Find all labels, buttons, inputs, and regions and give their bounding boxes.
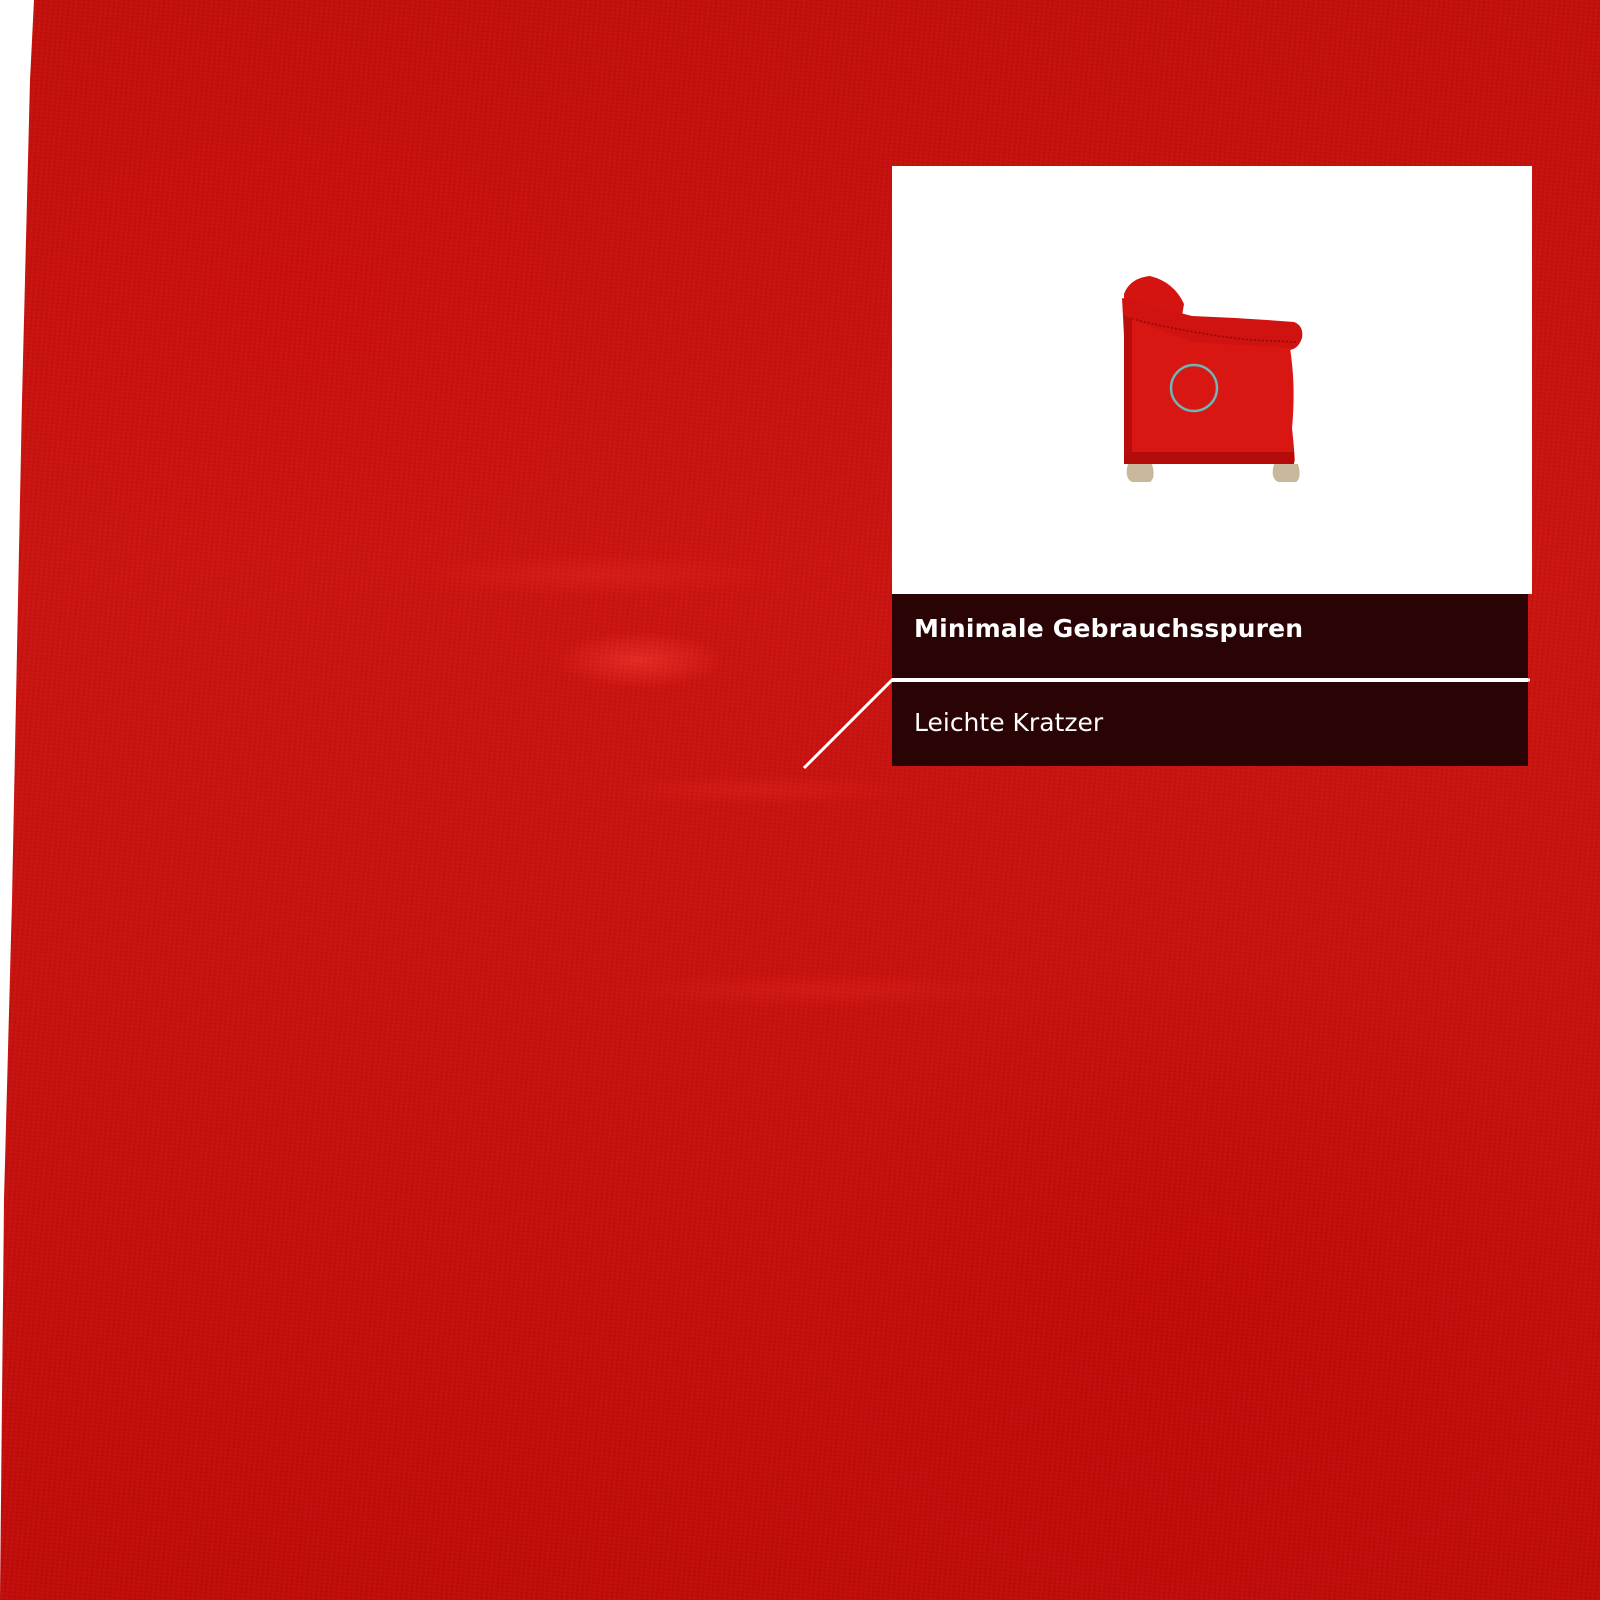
card-detail: Leichte Kratzer: [914, 708, 1104, 737]
product-detail-image: Minimale Gebrauchsspuren Leichte Kratzer: [0, 0, 1600, 1600]
thumbnail-panel: [892, 166, 1532, 594]
card-title: Minimale Gebrauchsspuren: [914, 614, 1304, 643]
card-title-bar: Minimale Gebrauchsspuren: [892, 594, 1528, 678]
card-detail-bar: Leichte Kratzer: [892, 682, 1528, 766]
damage-info-card: Minimale Gebrauchsspuren Leichte Kratzer: [892, 166, 1532, 766]
sofa-side-view-icon: [1122, 276, 1303, 482]
